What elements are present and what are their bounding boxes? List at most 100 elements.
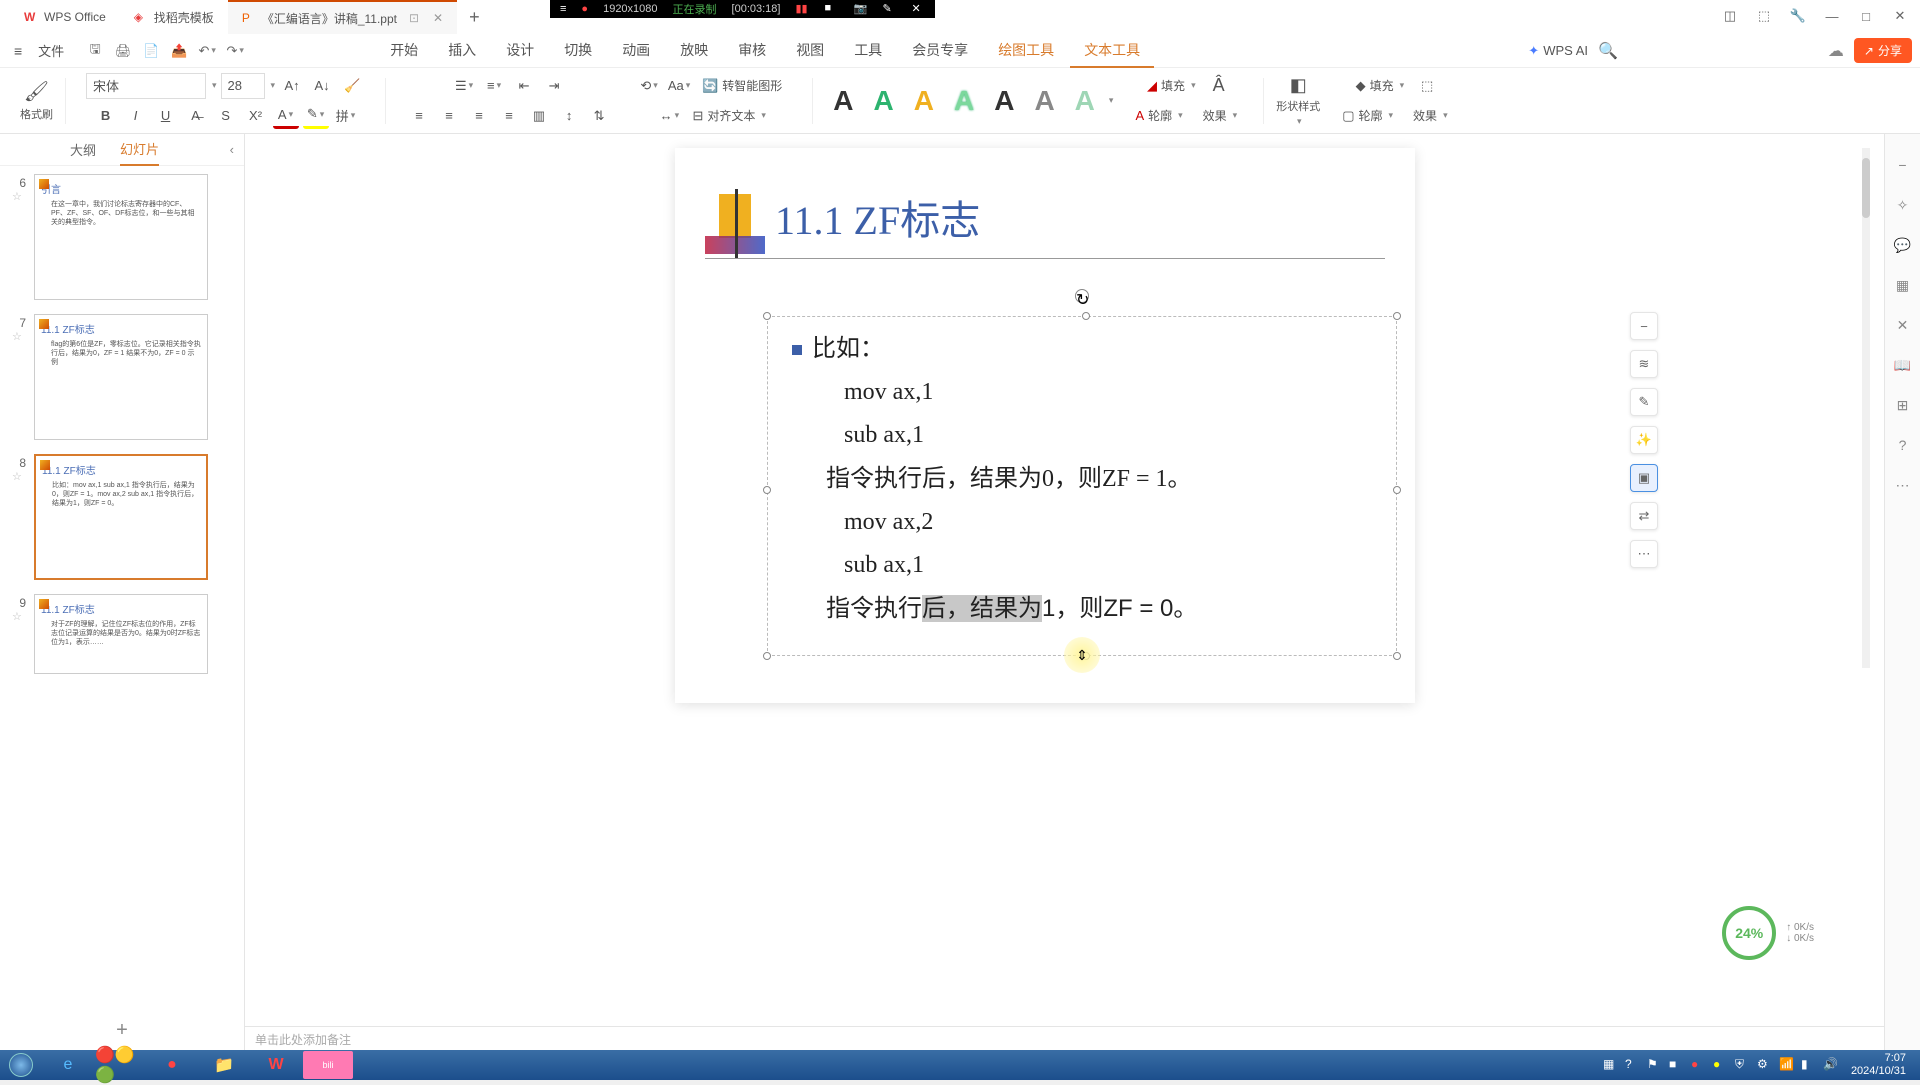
minus-icon[interactable]: −	[1892, 154, 1914, 176]
camera-icon[interactable]: 📷	[853, 2, 867, 16]
shrink-font-button[interactable]: A↓	[309, 73, 335, 99]
search-icon[interactable]: 🔍	[1598, 41, 1618, 61]
content-line-4[interactable]: 指令执行后，结果为0，则ZF = 1。	[792, 458, 1372, 501]
canvas-scrollbar[interactable]	[1862, 148, 1870, 668]
star-icon[interactable]: ☆	[12, 330, 26, 343]
thumbnail-9[interactable]: 9☆ 11.1 ZF标志 对于ZF的理解，记住位ZF标志位的作用，ZF标志位记录…	[12, 594, 232, 674]
pencil-icon[interactable]: ✎	[882, 2, 896, 16]
superscript-button[interactable]: X²	[243, 103, 269, 129]
more-dots-icon[interactable]: ⋯	[1892, 474, 1914, 496]
content-line-6[interactable]: sub ax,1	[792, 544, 1372, 587]
zoom-out-float-button[interactable]: −	[1630, 312, 1658, 340]
ribbon-tab-design[interactable]: 设计	[492, 34, 548, 68]
chevron-down-icon[interactable]: ▾	[271, 80, 276, 91]
text-frame[interactable]: ↻ 比如： mov ax,1 sub ax,1 指令执行后，结果为0，则ZF =…	[767, 316, 1397, 656]
resize-handle[interactable]	[763, 312, 771, 320]
clear-format-button[interactable]: 🧹	[339, 73, 365, 99]
ribbon-tab-vip[interactable]: 会员专享	[898, 34, 982, 68]
content-line-2[interactable]: mov ax,1	[792, 371, 1372, 414]
tray-icon[interactable]: ▦	[1603, 1057, 1619, 1073]
star-icon[interactable]: ☆	[12, 610, 26, 623]
underline-button[interactable]: U	[153, 103, 179, 129]
strikethrough-button[interactable]: A̶	[183, 103, 209, 129]
bullet-list-button[interactable]: ☰▾	[451, 73, 477, 99]
taskbar-clock[interactable]: 7:07 2024/10/31	[1845, 1052, 1912, 1078]
book-icon[interactable]: 📖	[1892, 354, 1914, 376]
redo-button[interactable]: ↷▾	[224, 40, 246, 62]
grow-font-button[interactable]: A↑	[279, 73, 305, 99]
text-styles-gallery[interactable]: A A A A A A A ▾	[825, 81, 1113, 121]
wps-ai-button[interactable]: ✦ WPS AI	[1528, 43, 1588, 59]
shape-style-button[interactable]: ◧ 形状样式▾	[1276, 75, 1320, 127]
collapse-panel-icon[interactable]: ‹	[230, 142, 234, 157]
panel-tab-outline[interactable]: 大纲	[70, 134, 96, 165]
columns-button[interactable]: ▥	[526, 103, 552, 129]
text-fill-button[interactable]: ◢填充▾	[1141, 73, 1202, 99]
align-text-button[interactable]: ⊟ 对齐文本▾	[686, 103, 771, 129]
panel-tab-slides[interactable]: 幻灯片	[120, 133, 159, 166]
thumbnail-7[interactable]: 7☆ 11.1 ZF标志 flag的第6位是ZF，零标志位。它记录相关指令执行后…	[12, 314, 232, 440]
shape-effect-button[interactable]: 效果▾	[1403, 103, 1454, 129]
tab-pin-icon[interactable]: ⊡	[409, 11, 419, 25]
canvas-area[interactable]: 11.1 ZF标志 ↻ 比如： mov ax,1 sub ax,1 指令执行后，…	[245, 134, 1884, 1050]
resize-handle[interactable]	[1393, 486, 1401, 494]
start-button[interactable]	[0, 1050, 42, 1080]
tab-close-icon[interactable]: ✕	[433, 11, 443, 25]
hamburger-icon[interactable]: ≡	[8, 43, 28, 59]
style-a5[interactable]: A	[986, 81, 1022, 121]
thumbnail-6[interactable]: 6☆ 引言 在这一章中，我们讨论标志寄存器中的CF、PF、ZF、SF、OF、DF…	[12, 174, 232, 300]
shape-fill-button[interactable]: ◆填充▾	[1350, 73, 1411, 99]
print-preview-icon[interactable]: 📄	[140, 40, 162, 62]
align-center-button[interactable]: ≡	[436, 103, 462, 129]
star-icon[interactable]: ☆	[12, 190, 26, 203]
tab-template[interactable]: ◈ 找稻壳模板	[120, 0, 228, 34]
pen-icon[interactable]: ✎	[1630, 388, 1658, 416]
content-line-7[interactable]: 指令执行后，结果为1，则ZF = 0。	[792, 587, 1372, 631]
smart-shape-button[interactable]: 🔄 转智能图形	[696, 73, 792, 99]
print-icon[interactable]: 🖨	[112, 40, 134, 62]
add-tab-button[interactable]: +	[457, 7, 492, 28]
tray-flag-icon[interactable]: ⚑	[1647, 1057, 1663, 1073]
undo-button[interactable]: ↶▾	[196, 40, 218, 62]
tray-icon[interactable]: ■	[1669, 1057, 1685, 1073]
ribbon-tab-transition[interactable]: 切换	[550, 34, 606, 68]
tray-icon[interactable]: ⚙	[1757, 1057, 1773, 1073]
resize-handle[interactable]	[1393, 652, 1401, 660]
ribbon-tab-drawing[interactable]: 绘图工具	[984, 34, 1068, 68]
3d-icon[interactable]: ⬚	[1414, 73, 1440, 99]
ribbon-tab-insert[interactable]: 插入	[434, 34, 490, 68]
ribbon-tab-slideshow[interactable]: 放映	[666, 34, 722, 68]
chevron-down-icon[interactable]: ▾	[212, 80, 217, 91]
resize-handle[interactable]	[763, 486, 771, 494]
text-outline-button[interactable]: A轮廓▾	[1129, 103, 1188, 129]
resize-handle[interactable]	[1393, 312, 1401, 320]
task-bilibili[interactable]: bili	[303, 1051, 353, 1079]
ribbon-tab-review[interactable]: 审核	[724, 34, 780, 68]
help-icon[interactable]: ?	[1892, 434, 1914, 456]
task-ie[interactable]: e	[43, 1051, 93, 1079]
style-a3[interactable]: A	[906, 81, 942, 121]
content-line-3[interactable]: sub ax,1	[792, 414, 1372, 457]
cube-icon[interactable]: ⬚	[1752, 4, 1776, 28]
tray-network-icon[interactable]: ▮	[1801, 1057, 1817, 1073]
maximize-button[interactable]: □	[1854, 4, 1878, 28]
size-select[interactable]	[221, 73, 265, 99]
outdent-button[interactable]: ⇤	[511, 73, 537, 99]
font-color-button[interactable]: A▾	[273, 103, 299, 129]
highlight-button[interactable]: ✎▾	[303, 103, 329, 129]
slide-title[interactable]: 11.1 ZF标志	[775, 188, 980, 246]
content-line-1[interactable]: 比如：	[792, 327, 1372, 371]
more-icon[interactable]: ⋯	[1630, 540, 1658, 568]
text-direction-button[interactable]: ⟲▾	[636, 73, 662, 99]
minimize-button[interactable]: —	[1820, 4, 1844, 28]
content-line-5[interactable]: mov ax,2	[792, 501, 1372, 544]
layers-icon[interactable]: ≋	[1630, 350, 1658, 378]
crossed-tools-icon[interactable]: ✕	[1892, 314, 1914, 336]
tray-icon[interactable]: ?	[1625, 1057, 1641, 1073]
tools-icon[interactable]: 🔧	[1786, 4, 1810, 28]
presentation-icon[interactable]: ▦	[1892, 274, 1914, 296]
tray-icon[interactable]: ⛨	[1735, 1057, 1751, 1073]
scrollbar-thumb[interactable]	[1862, 158, 1870, 218]
tray-icon[interactable]: 📶	[1779, 1057, 1795, 1073]
notes-area[interactable]: 单击此处添加备注	[245, 1026, 1884, 1050]
